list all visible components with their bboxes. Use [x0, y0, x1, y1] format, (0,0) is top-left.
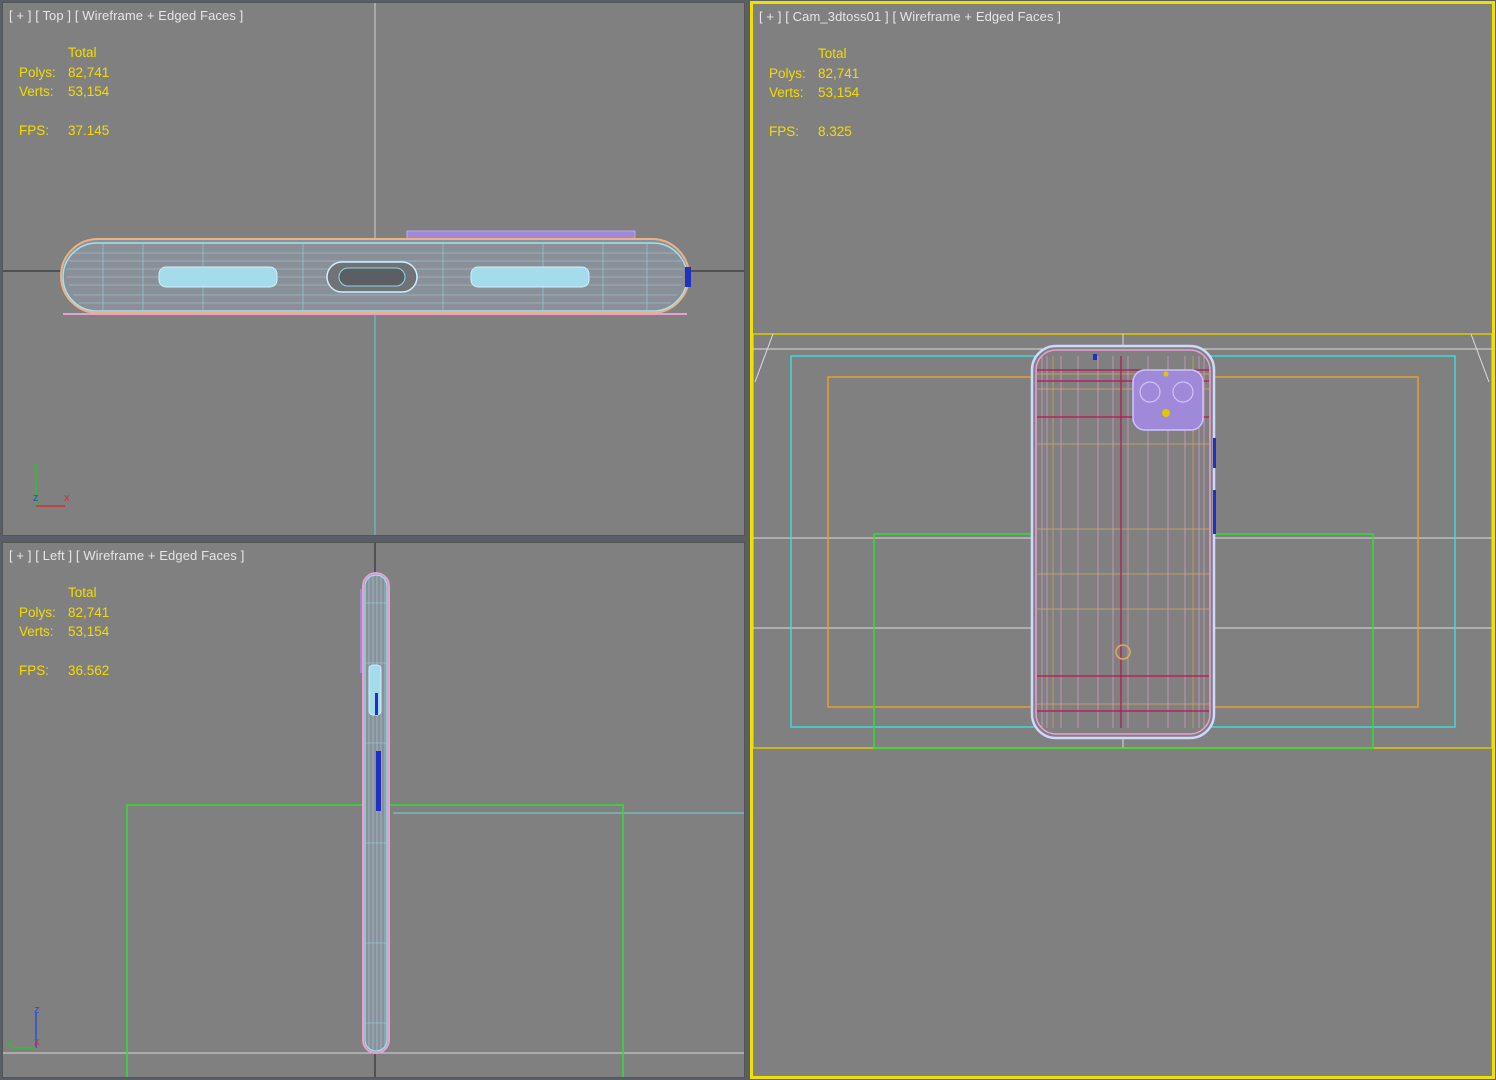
viewport-camera[interactable]: [ + ] [ Cam_3dtoss01 ] [ Wireframe + Edg… [750, 1, 1495, 1079]
verts-value: 53,154 [68, 624, 110, 639]
fps-label: FPS: [19, 662, 50, 678]
polys-value: 82,741 [818, 65, 860, 81]
verts-value: 53,154 [68, 84, 110, 99]
side-button-marker [1213, 438, 1216, 468]
fps-value: 36.562 [68, 662, 110, 678]
axis-label-c: x [64, 492, 70, 504]
fps-value: 37.145 [68, 122, 110, 138]
stats-panel-left: Total Polys: 82,741 Verts: 53,154 FPS: 36.5… [19, 583, 109, 680]
polys-value: 82,741 [68, 604, 110, 620]
verts-label: Verts: [19, 624, 54, 639]
polys-label: Polys: [19, 64, 56, 80]
camera-view-scene [753, 333, 1492, 749]
polys-value: 82,741 [68, 64, 110, 80]
fps-value: 8.325 [818, 123, 852, 139]
top-view-scene: y z x [3, 3, 744, 535]
axis-label-a: y [33, 461, 39, 473]
verts-label: Verts: [769, 85, 804, 100]
axis-label-b: y [6, 1036, 12, 1048]
viewport-label-camera[interactable]: [ + ] [ Cam_3dtoss01 ] [ Wireframe + Edg… [759, 9, 1061, 24]
fps-label: FPS: [769, 123, 800, 139]
verts-value: 53,154 [818, 85, 860, 100]
speaker-slot-right [470, 266, 590, 288]
stats-header: Total [818, 46, 847, 61]
viewport-left[interactable]: z y x [ + ] [ Left ] [ Wireframe + Edged… [2, 542, 745, 1078]
stats-panel-top: Total Polys: 82,741 Verts: 53,154 FPS: 37.1… [19, 43, 109, 140]
fps-label: FPS: [19, 122, 50, 138]
viewport-label-top[interactable]: [ + ] [ Top ] [ Wireframe + Edged Faces … [9, 8, 243, 23]
flash [1162, 409, 1170, 417]
volume-button-marker [376, 751, 381, 811]
verts-label: Verts: [19, 84, 54, 99]
viewport-top[interactable]: y z x [ + ] [ Top ] [ Wireframe + Edged … [2, 2, 745, 536]
left-view-scene: z y x [3, 543, 744, 1077]
polys-label: Polys: [19, 604, 56, 620]
polys-label: Polys: [769, 65, 806, 81]
speaker-slot-left [158, 266, 278, 288]
stats-header: Total [68, 585, 97, 600]
axis-label-a: z [34, 1004, 40, 1016]
axis-label-b: z [33, 492, 39, 504]
stats-header: Total [68, 45, 97, 60]
side-button-marker [685, 267, 691, 287]
viewport-label-left[interactable]: [ + ] [ Left ] [ Wireframe + Edged Faces… [9, 548, 244, 563]
axis-label-c: x [34, 1036, 40, 1048]
stats-panel-camera: Total Polys: 82,741 Verts: 53,154 FPS: 8.32… [769, 44, 859, 141]
